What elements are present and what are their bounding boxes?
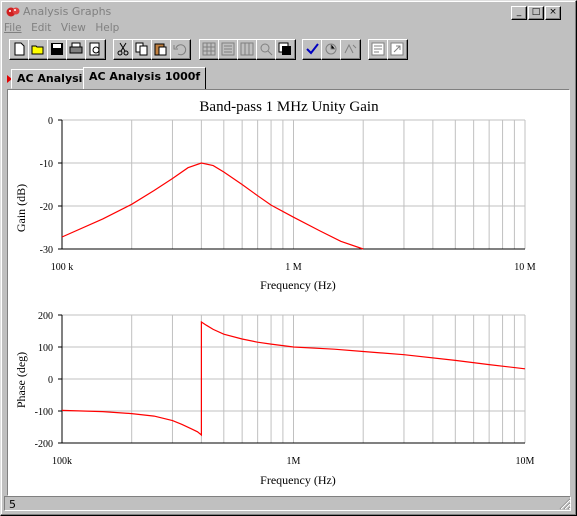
gain-ytick-label: -20 xyxy=(40,202,53,213)
menu-bar: File Edit View Help xyxy=(4,21,125,37)
copy-icon[interactable] xyxy=(132,39,153,60)
gain-xlabel: Frequency (Hz) xyxy=(260,278,336,292)
zoom-icon[interactable] xyxy=(256,39,277,60)
tab-ac-analysis-1000f[interactable]: AC Analysis 1000f xyxy=(83,67,207,89)
gain-ytick-label: -30 xyxy=(40,245,53,256)
plots-canvas: Band-pass 1 MHz Unity Gain 0 -10 -20 -30 100… xyxy=(14,99,536,487)
print-icon[interactable] xyxy=(66,39,87,60)
phase-xlabel: Frequency (Hz) xyxy=(260,473,336,487)
menu-view[interactable]: View xyxy=(61,22,86,34)
gain-xtick-label: 10 M xyxy=(514,262,536,273)
phase-xtick-label: 1M xyxy=(287,456,301,467)
phase-ytick-label: 200 xyxy=(38,311,53,322)
toolbar xyxy=(9,39,573,63)
menu-help[interactable]: Help xyxy=(95,22,119,34)
phase-ytick-label: -200 xyxy=(35,439,53,450)
chart-title: Band-pass 1 MHz Unity Gain xyxy=(199,99,379,115)
gain-ytick-label: -10 xyxy=(40,159,53,170)
close-button[interactable]: × xyxy=(545,6,561,20)
phase-xtick-label: 10M xyxy=(516,456,535,467)
phase-ylabel: Phase (deg) xyxy=(14,352,28,408)
status-bar: 5 xyxy=(4,495,573,512)
phase-ytick-label: 100 xyxy=(38,343,53,354)
toggle-icon[interactable] xyxy=(321,39,342,60)
restore-icon[interactable] xyxy=(340,39,361,60)
gain-axes: 0 -10 -20 -30 100 k 1 M 10 M xyxy=(40,116,536,273)
properties-icon[interactable] xyxy=(368,39,389,60)
status-text: 5 xyxy=(4,496,571,511)
resize-grip-icon[interactable] xyxy=(559,498,571,510)
gain-xtick-label: 100 k xyxy=(51,262,74,273)
select-icon[interactable] xyxy=(302,39,323,60)
plot-panel: Band-pass 1 MHz Unity Gain 0 -10 -20 -30 100… xyxy=(7,89,570,496)
phase-axes: 200 100 0 -100 -200 100k 1M 10M xyxy=(35,311,535,467)
window-title: Analysis Graphs xyxy=(23,5,112,18)
grid-icon[interactable] xyxy=(199,39,220,60)
app-icon[interactable] xyxy=(6,5,20,18)
cursor-icon[interactable] xyxy=(237,39,258,60)
title-bar[interactable]: Analysis Graphs _ □ × xyxy=(4,4,573,20)
menu-edit[interactable]: Edit xyxy=(31,22,51,34)
print-preview-icon[interactable] xyxy=(85,39,106,60)
gain-ylabel: Gain (dB) xyxy=(14,184,28,232)
save-icon[interactable] xyxy=(47,39,68,60)
phase-xtick-label: 100k xyxy=(52,456,72,467)
menu-file[interactable]: File xyxy=(4,22,22,34)
gain-xtick-label: 1 M xyxy=(285,262,302,273)
new-icon[interactable] xyxy=(9,39,30,60)
gain-ytick-label: 0 xyxy=(48,116,53,127)
undo-icon[interactable] xyxy=(170,39,191,60)
paste-icon[interactable] xyxy=(151,39,172,60)
open-icon[interactable] xyxy=(28,39,49,60)
maximize-button[interactable]: □ xyxy=(528,6,544,20)
pan-icon[interactable] xyxy=(275,39,296,60)
phase-ytick-label: -100 xyxy=(35,407,53,418)
phase-ytick-label: 0 xyxy=(48,375,53,386)
phase-grid xyxy=(61,314,526,444)
legend-icon[interactable] xyxy=(218,39,239,60)
analysis-graphs-window: Analysis Graphs _ □ × File Edit View Hel… xyxy=(0,0,577,516)
export-icon[interactable] xyxy=(387,39,408,60)
minimize-button[interactable]: _ xyxy=(511,6,527,20)
gain-grid xyxy=(61,119,526,250)
cut-icon[interactable] xyxy=(113,39,134,60)
